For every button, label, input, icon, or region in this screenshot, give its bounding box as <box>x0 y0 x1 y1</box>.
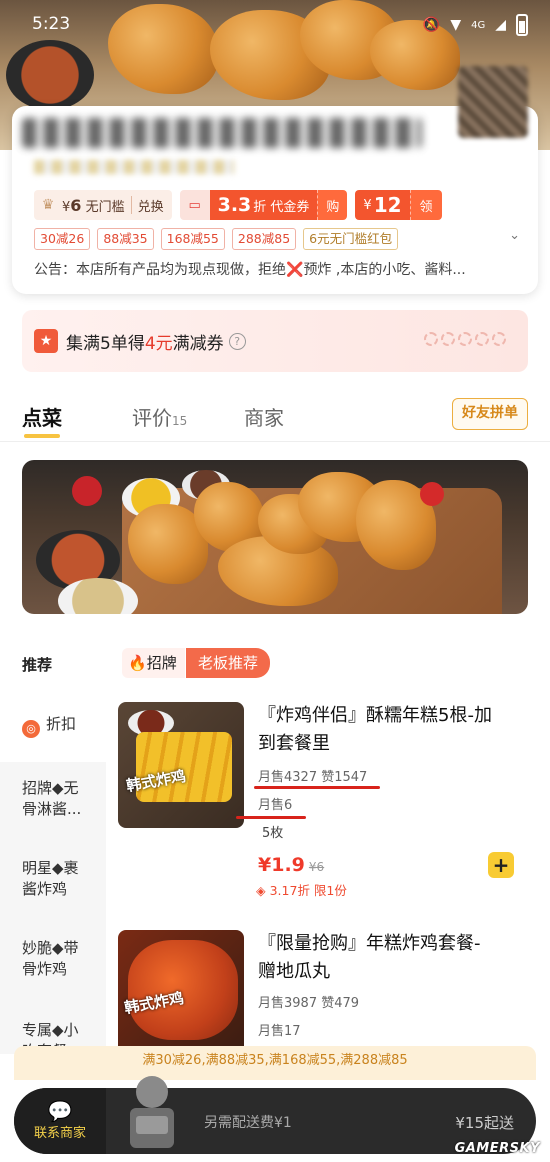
tag-icon: ◈ <box>256 883 266 898</box>
add-to-cart-button[interactable]: + <box>488 852 514 878</box>
dish-name: 『炸鸡伴侣』酥糯年糕5根-加到套餐里 <box>258 705 492 754</box>
promo-hero-image[interactable] <box>22 460 528 614</box>
ticket-icon: ▭ <box>179 190 210 220</box>
battery-icon <box>516 14 528 36</box>
dish-price: ¥1.9 ¥6 <box>258 854 325 876</box>
dish-item[interactable]: 韩式炸鸡 『限量抢购』年糕炸鸡套餐-赠地瓜丸 月售3987 赞479 月售17 <box>118 930 538 1056</box>
exchange-button[interactable]: 兑换 <box>138 196 172 215</box>
star-icon: ★ <box>34 329 58 353</box>
store-notice[interactable]: 公告：本店所有产品均为现点现做，拒绝❌预炸 ,本店的小吃、酱料... <box>34 259 494 279</box>
signal-icon: ◢ <box>495 17 506 33</box>
store-name-blurred <box>22 118 422 148</box>
dish-sales-secondary: 月售6 <box>258 798 293 813</box>
cash-amount: ¥12 <box>355 190 410 220</box>
cart-mascot-icon[interactable] <box>114 1070 190 1154</box>
notice-text-tail: 预炸 ,本店的小吃、酱料... <box>303 262 466 278</box>
dish-sales-secondary: 月售17 <box>258 1024 301 1039</box>
contact-merchant-button[interactable]: 💬 联系商家 <box>14 1088 106 1154</box>
coupon-amount: ¥6 无门槛 <box>62 195 125 215</box>
no-threshold-coupon[interactable]: ♛ ¥6 无门槛 兑换 <box>34 190 172 220</box>
wifi-icon: ▼ <box>450 17 462 33</box>
network-label: 4G <box>471 19 486 31</box>
collect-text: 集满5单得4元满减券 <box>66 333 224 354</box>
dish-discount: ◈ 3.17折 限1份 <box>256 883 347 898</box>
tomato <box>72 476 102 506</box>
dish-name: 『限量抢购』年糕炸鸡套餐-赠地瓜丸 <box>258 933 481 982</box>
discount-tag: 288减85 <box>231 228 297 250</box>
category-sidebar: ◎折扣 招牌◆无骨淋酱... 明星◆裹酱炸鸡 妙脆◆带骨炸鸡 专属◆小吃套餐 <box>0 694 106 1054</box>
mute-icon: 🔕 <box>422 17 441 33</box>
tab-reviews[interactable]: 评价15 <box>132 402 187 431</box>
coupon-divider <box>130 196 132 214</box>
fire-icon: 🔥 <box>128 654 147 672</box>
sauce-bowl-image <box>6 40 94 110</box>
discount-tag: 30减26 <box>34 228 91 250</box>
dish-image[interactable]: 韩式炸鸡 <box>118 930 244 1056</box>
status-bar: 5:23 🔕 ▼ 4G ◢ <box>0 0 550 44</box>
sidebar-item-crispy[interactable]: 妙脆◆带骨炸鸡 <box>0 938 92 980</box>
section-title: 推荐 <box>22 656 53 674</box>
notice-text: 公告：本店所有产品均为现点现做，拒绝 <box>34 262 286 278</box>
store-tabs: 点菜 评价15 商家 好友拼单 <box>0 390 550 442</box>
annotation-underline <box>236 816 306 819</box>
delivery-fee: 另需配送费¥1 <box>204 1115 292 1131</box>
sidebar-item-discount[interactable]: ◎ 折扣 <box>0 694 106 762</box>
dish-sales: 月售4327 赞1547 <box>258 770 368 785</box>
annotation-underline <box>254 786 380 789</box>
collect-orders-banner[interactable]: ★ 集满5单得4元满减券 ? <box>22 310 528 372</box>
voucher-info: 3.3 折 代金券 <box>209 190 318 220</box>
watermark: GAMERSKY <box>454 1141 540 1156</box>
dish-image[interactable]: 韩式炸鸡 <box>118 702 244 828</box>
group-order-button[interactable]: 好友拼单 <box>452 398 528 430</box>
help-icon[interactable]: ? <box>228 332 246 350</box>
coupon-row: ♛ ¥6 无门槛 兑换 ▭ 3.3 折 代金券 购 ¥12 领 <box>34 190 442 220</box>
claim-button[interactable]: 领 <box>409 190 442 220</box>
dish-spec: 5枚 <box>262 826 284 841</box>
store-subinfo-blurred <box>34 160 234 174</box>
contact-label: 联系商家 <box>33 1126 86 1141</box>
voucher-coupon[interactable]: ▭ 3.3 折 代金券 购 <box>179 190 348 220</box>
boss-recommend-tag[interactable]: 老板推荐 <box>186 648 271 678</box>
red-packet-tag: 6元无门槛红包 <box>303 228 399 250</box>
dish-item[interactable]: 韩式炸鸡 『炸鸡伴侣』酥糯年糕5根-加到套餐里 月售4327 赞1547 月售6… <box>118 702 538 902</box>
menu-section-header: 推荐 🔥招牌 老板推荐 <box>0 640 550 680</box>
dish-sales: 月售3987 赞479 <box>258 996 360 1011</box>
chevron-down-icon[interactable]: ⌄ <box>509 228 520 243</box>
discount-icon: ◎ <box>22 720 40 738</box>
buy-voucher-button[interactable]: 购 <box>317 190 348 220</box>
active-tab-indicator <box>24 434 60 438</box>
tab-order[interactable]: 点菜 <box>22 402 62 431</box>
discount-tags[interactable]: 30减26 88减35 168减55 288减85 6元无门槛红包 <box>34 228 399 250</box>
cross-icon: ❌ <box>286 262 304 278</box>
sidebar-item-star[interactable]: 明星◆裹酱炸鸡 <box>0 858 92 900</box>
status-icons: 🔕 ▼ 4G ◢ <box>423 14 528 36</box>
min-order-amount: ¥15起送 <box>455 1114 514 1132</box>
status-time: 5:23 <box>32 14 71 34</box>
discount-tag: 88减35 <box>97 228 154 250</box>
promo-strip: 满30减26,满88减35,满168减55,满288减85 <box>14 1046 536 1080</box>
store-logo[interactable] <box>458 66 528 138</box>
cash-coupon[interactable]: ¥12 领 <box>355 190 442 220</box>
signature-tag[interactable]: 🔥招牌 <box>122 648 185 678</box>
crown-icon: ♛ <box>41 197 55 213</box>
sidebar-item-signature[interactable]: 招牌◆无骨淋酱... <box>0 778 90 820</box>
tomato <box>420 482 444 506</box>
tab-merchant[interactable]: 商家 <box>244 402 284 431</box>
progress-dots <box>424 332 506 346</box>
discount-tag: 168减55 <box>160 228 225 250</box>
chat-icon: 💬 <box>47 1099 73 1123</box>
